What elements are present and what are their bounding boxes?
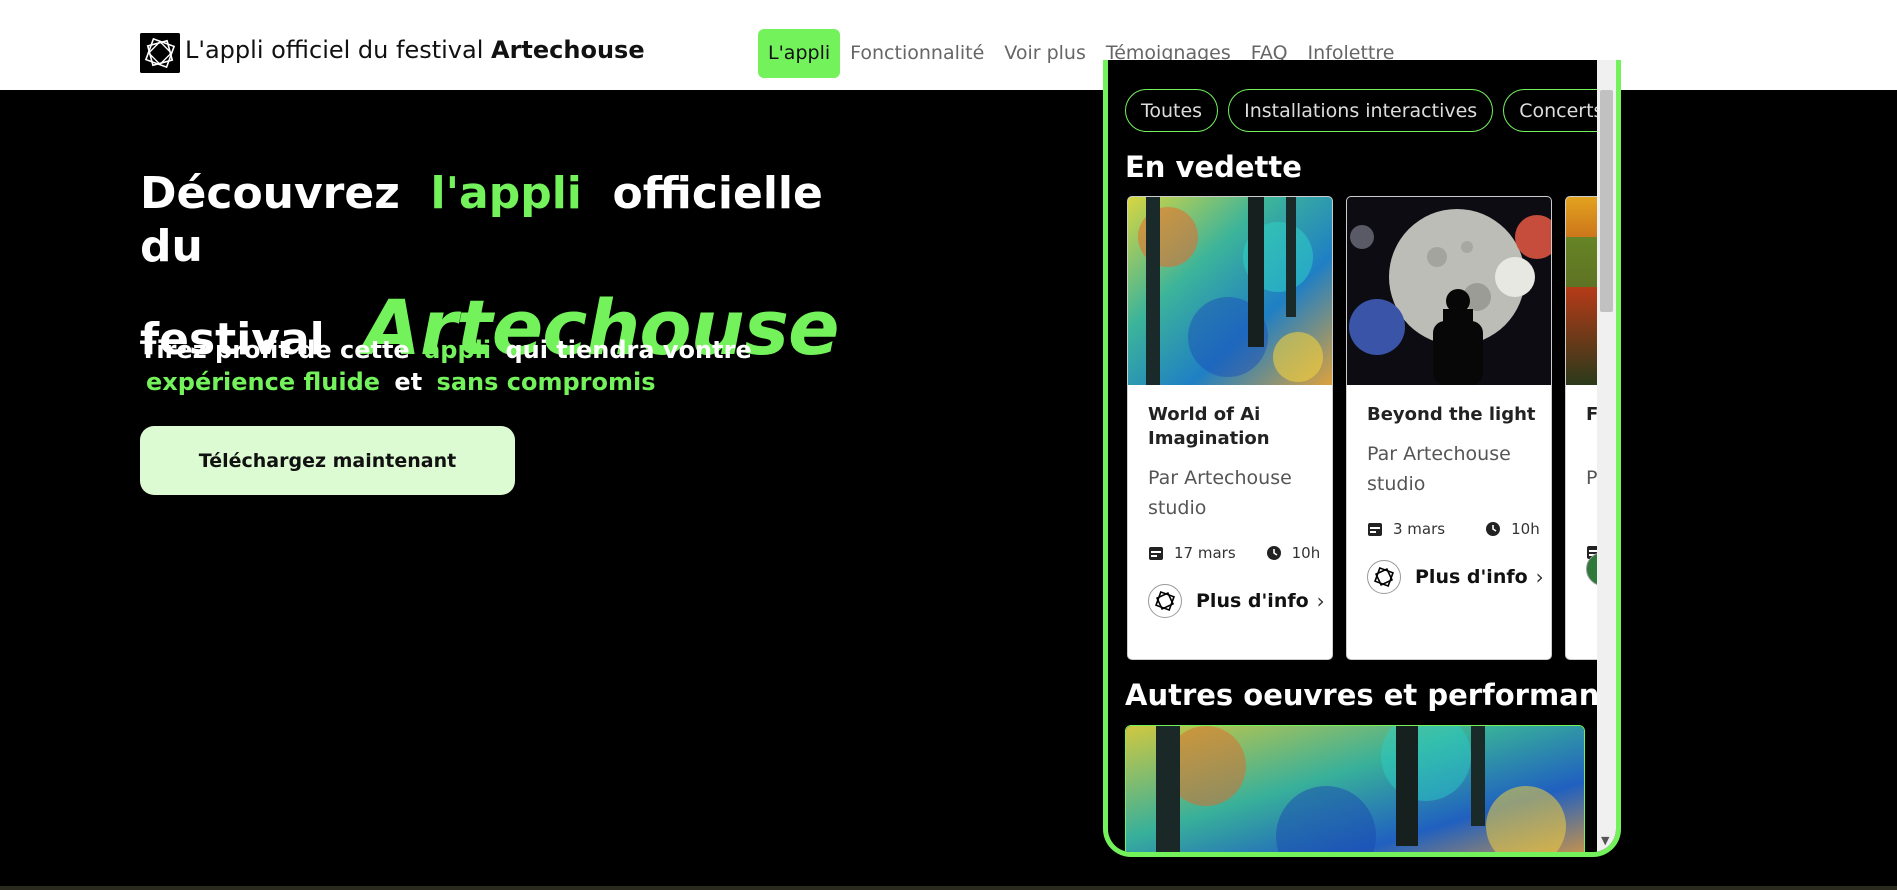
clock-icon — [1486, 522, 1501, 536]
chevron-right-icon: › — [1535, 565, 1544, 589]
event-image — [1347, 197, 1551, 385]
scroll-down-arrow-icon[interactable]: ▼ — [1601, 834, 1609, 847]
site-brand: L'appli officiel du festival Artechouse — [185, 36, 645, 64]
featured-title: En vedette — [1125, 150, 1302, 184]
more-info-link[interactable]: Plus d'info › — [1148, 584, 1325, 618]
event-meta: 3 mars 10h — [1367, 520, 1540, 538]
calendar-icon — [1368, 523, 1382, 536]
chevron-right-icon: › — [1316, 589, 1325, 613]
avatar — [1586, 552, 1597, 586]
avatar — [1367, 560, 1401, 594]
event-card[interactable]: F C P — [1565, 196, 1597, 660]
phone-scrollbar[interactable]: ▼ — [1597, 60, 1616, 852]
hero-sub-part3: et — [394, 368, 423, 396]
event-date: 3 mars — [1393, 520, 1446, 538]
event-card[interactable]: Beyond the light Par Artechouse studio 3… — [1346, 196, 1552, 660]
page-bottom-edge — [0, 886, 1897, 890]
event-date: 17 mars — [1174, 544, 1236, 562]
event-title: F C — [1586, 403, 1597, 427]
event-author: Par Artechouse studio — [1367, 443, 1511, 495]
category-chips: Toutes Installations interactives Concer… — [1125, 89, 1600, 132]
event-author: Par Artechouse studio — [1148, 467, 1292, 519]
event-title: World of Ai Imagination — [1148, 404, 1270, 449]
download-button[interactable]: Téléchargez maintenant — [140, 426, 515, 495]
others-title: Autres oeuvres et performances — [1125, 678, 1600, 712]
hero-sub-highlight2: expérience fluide — [146, 368, 381, 396]
more-info-link[interactable]: Plus d'info › — [1367, 560, 1544, 594]
event-image — [1566, 197, 1597, 385]
event-author: P — [1586, 467, 1597, 489]
chip-installations-interactives[interactable]: Installations interactives — [1228, 89, 1494, 132]
nav-item-appli[interactable]: L'appli — [758, 29, 841, 78]
featured-carousel[interactable]: World of Ai Imagination Par Artechouse s… — [1127, 196, 1597, 660]
hero-heading-part1: Découvrez — [140, 168, 400, 219]
avatar — [1148, 584, 1182, 618]
event-title: Beyond the light — [1367, 404, 1536, 425]
hero-heading-highlight: l'appli — [430, 168, 582, 219]
event-time: 10h — [1291, 544, 1321, 562]
more-info-label: Plus d'info — [1196, 590, 1309, 612]
event-card[interactable]: World of Ai Imagination Par Artechouse s… — [1127, 196, 1333, 660]
event-time: 10h — [1511, 520, 1540, 538]
brand-name: Artechouse — [491, 36, 645, 64]
brand-prefix: L'appli officiel du festival — [185, 36, 491, 64]
app-preview-screen[interactable]: Toutes Installations interactives Concer… — [1108, 60, 1600, 852]
more-info-link[interactable] — [1586, 552, 1597, 586]
event-image — [1128, 197, 1332, 385]
calendar-icon — [1149, 547, 1163, 560]
more-info-label: Plus d'info — [1415, 566, 1528, 588]
hero-sub-part1: Tirez profit de cette — [140, 336, 410, 364]
hero-sub-highlight1: appli — [424, 336, 492, 364]
clock-icon — [1266, 546, 1281, 560]
chip-toutes[interactable]: Toutes — [1125, 89, 1219, 132]
scrollbar-thumb[interactable] — [1600, 90, 1613, 312]
artechouse-logo[interactable] — [140, 33, 180, 73]
hero-sub-part2: qui tiendra vontre — [505, 336, 752, 364]
artwork-image[interactable] — [1125, 725, 1585, 852]
app-preview-phone: Toutes Installations interactives Concer… — [1103, 60, 1621, 857]
nav-item-voir-plus[interactable]: Voir plus — [994, 29, 1096, 78]
hero-sub-highlight3: sans compromis — [436, 368, 656, 396]
nav-item-fonctionnalite[interactable]: Fonctionnalité — [840, 29, 994, 78]
event-meta: 17 mars 10h — [1148, 544, 1320, 562]
hero-subtitle: Tirez profit de cette appli qui tiendra … — [140, 334, 760, 398]
chip-concerts[interactable]: Concerts — [1503, 89, 1600, 132]
